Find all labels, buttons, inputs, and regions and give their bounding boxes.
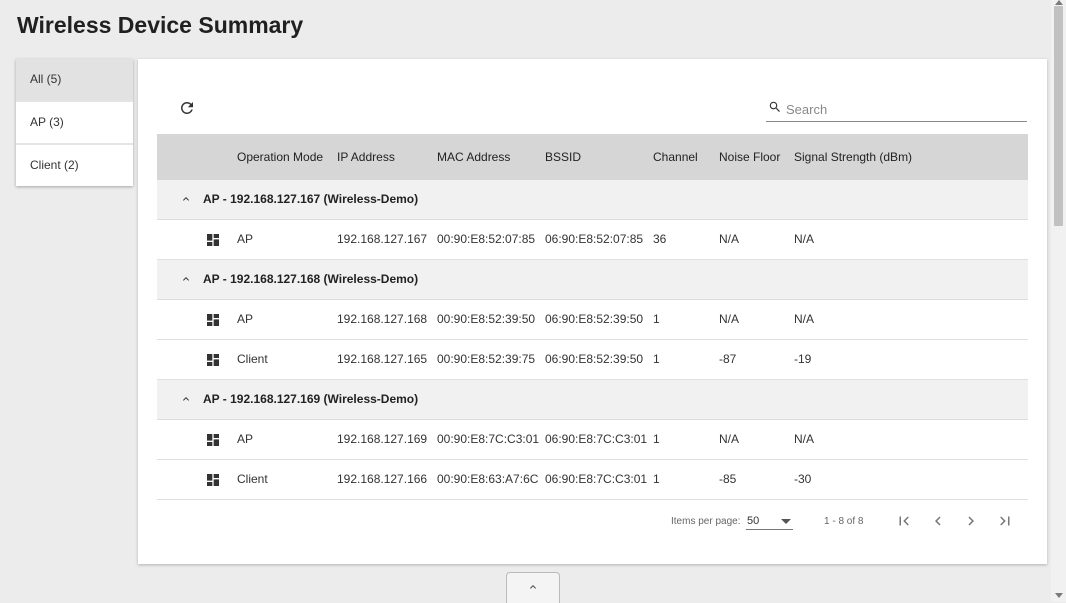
device-table-card: Operation Mode IP Address MAC Address BS… bbox=[138, 59, 1047, 564]
cell-noise: N/A bbox=[719, 432, 740, 446]
cell-mac: 00:90:E8:63:A7:6C bbox=[437, 472, 539, 486]
chevron-up-icon bbox=[183, 397, 189, 401]
cell-channel: 36 bbox=[653, 232, 667, 246]
col-channel[interactable]: Channel bbox=[653, 134, 698, 180]
group-label: AP - 192.168.127.168 (Wireless-Demo) bbox=[203, 272, 419, 286]
cell-bssid: 06:90:E8:52:39:50 bbox=[545, 352, 644, 366]
previous-page-button[interactable] bbox=[929, 512, 947, 530]
cell-mode: AP bbox=[237, 432, 254, 446]
scrollbar-thumb[interactable] bbox=[1054, 6, 1063, 226]
search-input[interactable] bbox=[786, 100, 1022, 118]
cell-ip: 192.168.127.167 bbox=[337, 232, 428, 246]
cell-channel: 1 bbox=[653, 312, 660, 326]
table-header: Operation Mode IP Address MAC Address BS… bbox=[157, 134, 1028, 180]
cell-signal: -19 bbox=[794, 352, 812, 366]
col-signal-strength[interactable]: Signal Strength (dBm) bbox=[794, 134, 912, 180]
cell-mode: AP bbox=[237, 312, 254, 326]
refresh-button[interactable] bbox=[178, 99, 196, 117]
dashboard-icon[interactable] bbox=[205, 232, 221, 248]
chevron-left-icon bbox=[935, 516, 941, 526]
col-ip-address[interactable]: IP Address bbox=[337, 134, 395, 180]
cell-bssid: 06:90:E8:7C:C3:01 bbox=[545, 432, 648, 446]
search-box bbox=[766, 99, 1027, 122]
page-title: Wireless Device Summary bbox=[17, 12, 304, 38]
group-row[interactable]: AP - 192.168.127.169 (Wireless-Demo) bbox=[157, 380, 1028, 420]
table-row: Client 192.168.127.166 00:90:E8:63:A7:6C… bbox=[157, 460, 1028, 500]
next-page-button[interactable] bbox=[962, 512, 980, 530]
group-label: AP - 192.168.127.167 (Wireless-Demo) bbox=[203, 192, 419, 206]
chevron-up-icon bbox=[183, 277, 189, 281]
page-scrollbar[interactable] bbox=[1051, 0, 1066, 602]
items-per-page-select[interactable]: 50 bbox=[746, 511, 793, 530]
cell-signal: -30 bbox=[794, 472, 812, 486]
col-bssid[interactable]: BSSID bbox=[545, 134, 581, 180]
cell-mac: 00:90:E8:52:39:75 bbox=[437, 352, 536, 366]
cell-noise: -87 bbox=[719, 352, 737, 366]
group-row[interactable]: AP - 192.168.127.168 (Wireless-Demo) bbox=[157, 260, 1028, 300]
scroll-to-top-button[interactable] bbox=[506, 572, 560, 603]
table-row: AP 192.168.127.169 00:90:E8:7C:C3:01 06:… bbox=[157, 420, 1028, 460]
table-row: AP 192.168.127.167 00:90:E8:52:07:85 06:… bbox=[157, 220, 1028, 260]
cell-mode: AP bbox=[237, 232, 254, 246]
caret-down-icon bbox=[781, 519, 791, 524]
first-page-button[interactable] bbox=[895, 512, 913, 530]
page-range-label: 1 - 8 of 8 bbox=[824, 516, 864, 527]
last-page-icon bbox=[1000, 516, 1010, 526]
group-label: AP - 192.168.127.169 (Wireless-Demo) bbox=[203, 392, 419, 406]
refresh-icon bbox=[180, 101, 193, 114]
cell-channel: 1 bbox=[653, 472, 660, 486]
device-table: Operation Mode IP Address MAC Address BS… bbox=[157, 134, 1028, 500]
last-page-button[interactable] bbox=[996, 512, 1014, 530]
cell-channel: 1 bbox=[653, 432, 660, 446]
dashboard-icon[interactable] bbox=[205, 432, 221, 448]
paginator: Items per page: 50 1 - 8 of 8 bbox=[138, 504, 1047, 534]
chevron-up-icon bbox=[530, 585, 536, 589]
scroll-down-arrow-icon[interactable] bbox=[1055, 593, 1063, 598]
cell-bssid: 06:90:E8:7C:C3:01 bbox=[545, 472, 648, 486]
cell-signal: N/A bbox=[794, 232, 815, 246]
cell-noise: N/A bbox=[719, 312, 740, 326]
items-per-page-label: Items per page: bbox=[671, 516, 741, 527]
first-page-icon bbox=[899, 516, 909, 526]
dashboard-icon[interactable] bbox=[205, 472, 221, 488]
scroll-up-arrow-icon[interactable] bbox=[1055, 0, 1063, 5]
cell-ip: 192.168.127.168 bbox=[337, 312, 428, 326]
tab-all[interactable]: All (5) bbox=[16, 59, 133, 102]
cell-channel: 1 bbox=[653, 352, 660, 366]
cell-ip: 192.168.127.165 bbox=[337, 352, 428, 366]
tab-ap[interactable]: AP (3) bbox=[16, 102, 133, 145]
cell-ip: 192.168.127.169 bbox=[337, 432, 428, 446]
filter-tabs: All (5) AP (3) Client (2) bbox=[16, 59, 133, 186]
cell-mode: Client bbox=[237, 352, 268, 366]
col-mac-address[interactable]: MAC Address bbox=[437, 134, 510, 180]
table-row: Client 192.168.127.165 00:90:E8:52:39:75… bbox=[157, 340, 1028, 380]
tab-client[interactable]: Client (2) bbox=[16, 145, 133, 186]
chevron-right-icon bbox=[968, 516, 974, 526]
cell-mac: 00:90:E8:52:07:85 bbox=[437, 232, 536, 246]
cell-mode: Client bbox=[237, 472, 268, 486]
cell-noise: -85 bbox=[719, 472, 737, 486]
dashboard-icon[interactable] bbox=[205, 312, 221, 328]
cell-noise: N/A bbox=[719, 232, 740, 246]
items-per-page-value: 50 bbox=[747, 515, 760, 527]
cell-ip: 192.168.127.166 bbox=[337, 472, 428, 486]
cell-bssid: 06:90:E8:52:39:50 bbox=[545, 312, 644, 326]
table-row: AP 192.168.127.168 00:90:E8:52:39:50 06:… bbox=[157, 300, 1028, 340]
chevron-up-icon bbox=[183, 197, 189, 201]
col-noise-floor[interactable]: Noise Floor bbox=[719, 134, 780, 180]
cell-mac: 00:90:E8:52:39:50 bbox=[437, 312, 536, 326]
group-row[interactable]: AP - 192.168.127.167 (Wireless-Demo) bbox=[157, 180, 1028, 220]
cell-mac: 00:90:E8:7C:C3:01 bbox=[437, 432, 540, 446]
cell-signal: N/A bbox=[794, 312, 815, 326]
cell-signal: N/A bbox=[794, 432, 815, 446]
search-icon bbox=[769, 101, 780, 112]
col-operation-mode[interactable]: Operation Mode bbox=[237, 134, 323, 180]
cell-bssid: 06:90:E8:52:07:85 bbox=[545, 232, 644, 246]
dashboard-icon[interactable] bbox=[205, 352, 221, 368]
